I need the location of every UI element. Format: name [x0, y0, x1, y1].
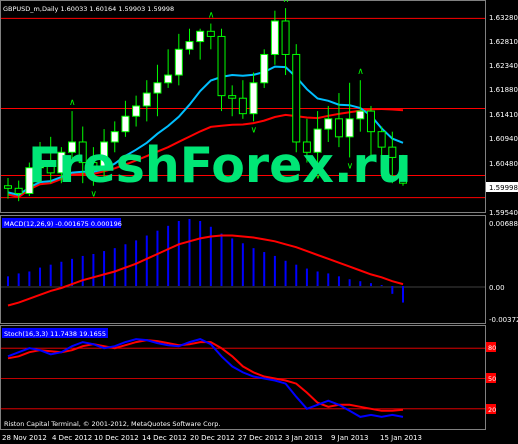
candle-body	[174, 48, 183, 76]
candle-body	[196, 30, 205, 43]
time-label: 9 Jan 2013	[331, 434, 369, 442]
candle-body	[185, 41, 194, 50]
time-label: 10 Dec 2012	[94, 434, 139, 442]
candle-body	[206, 30, 215, 37]
price-label: 1.63280	[489, 14, 518, 22]
macd-title: MACD(12,26,9) -0.001675 0.000196	[4, 220, 122, 228]
candle-body	[153, 82, 162, 94]
stoch-axis-label: 20	[488, 406, 496, 414]
candle-body	[228, 95, 237, 99]
time-label: 27 Dec 2012	[238, 434, 283, 442]
macd-axis-label: 0.006888	[489, 220, 518, 228]
time-label: 3 Jan 2013	[285, 434, 323, 442]
time-label: 20 Dec 2012	[190, 434, 235, 442]
candle-body	[164, 74, 173, 84]
time-axis: 28 Nov 2012 4 Dec 2012 10 Dec 2012 14 De…	[2, 434, 422, 442]
candle-body	[366, 110, 375, 133]
price-panel[interactable]: GBPUSD_m,Daily 1.60033 1.60164 1.59903 1…	[1, 0, 485, 202]
candle-body	[249, 82, 258, 115]
candle-body	[217, 35, 226, 97]
trading-chart[interactable]: GBPUSD_m,Daily 1.60033 1.60164 1.59903 1…	[0, 0, 518, 444]
copyright-text: Riston Capital Terminal, © 2001-2012, Me…	[4, 420, 220, 428]
price-label: 1.59540	[489, 209, 518, 217]
price-axis: 1.63280 1.62810 1.62340 1.61880 1.61410 …	[486, 14, 518, 217]
fractal-up-arrow: ∧	[208, 11, 215, 21]
candle-body	[132, 105, 141, 117]
candle-body	[121, 115, 130, 133]
macd-histogram	[7, 219, 404, 303]
price-label: 1.62810	[489, 38, 518, 46]
candle-body	[324, 118, 333, 130]
stoch-signal-line	[7, 339, 404, 412]
current-price-label: 1.59998	[489, 184, 518, 192]
candle-body	[270, 20, 279, 55]
candle-body	[260, 53, 269, 84]
fractal-up-arrow: ∧	[357, 67, 364, 77]
stoch-level-lines	[1, 347, 485, 410]
candle-body	[14, 187, 23, 194]
stoch-axis-label: 80	[488, 344, 496, 352]
stoch-panel-frame	[0, 325, 486, 430]
macd-signal-line	[7, 234, 404, 307]
fractal-up-arrow: ∧	[69, 98, 76, 108]
macd-axis-label: 0.00	[489, 284, 505, 292]
candle-body	[238, 97, 247, 115]
fractal-down-arrow: ∨	[251, 125, 258, 135]
price-label: 1.61880	[489, 86, 518, 94]
candle-body	[142, 92, 151, 107]
price-label: 1.61410	[489, 111, 518, 119]
candle-body	[4, 185, 12, 189]
macd-panel[interactable]: MACD(12,26,9) -0.001675 0.000196 0.00688…	[1, 218, 518, 324]
stoch-title: Stoch(16,3,3) 11.7438 19.1655	[4, 330, 106, 338]
stochastic-panel[interactable]: Stoch(16,3,3) 11.7438 19.1655 80 50 20 R…	[1, 328, 496, 428]
watermark: FreshForex.ru	[28, 137, 412, 194]
candle-body	[281, 20, 290, 55]
time-label: 15 Jan 2013	[380, 434, 422, 442]
time-label: 14 Dec 2012	[142, 434, 187, 442]
symbol-header: GBPUSD_m,Daily 1.60033 1.60164 1.59903 1…	[3, 5, 174, 13]
candle-body	[334, 118, 343, 138]
price-label: 1.62340	[489, 62, 518, 70]
candle-body	[292, 53, 301, 143]
candle-body	[356, 110, 365, 120]
macd-signal-polyline	[7, 234, 404, 307]
price-label: 1.60480	[489, 160, 518, 168]
stoch-lines	[7, 338, 404, 418]
time-label: 28 Nov 2012	[2, 434, 47, 442]
fractal-up-arrow: ∧	[283, 0, 290, 5]
price-label: 1.60940	[489, 135, 518, 143]
stoch-axis-label: 50	[488, 375, 496, 383]
time-label: 4 Dec 2012	[52, 434, 92, 442]
candle-body	[345, 118, 354, 138]
macd-axis-label: -0.003727	[489, 316, 518, 324]
